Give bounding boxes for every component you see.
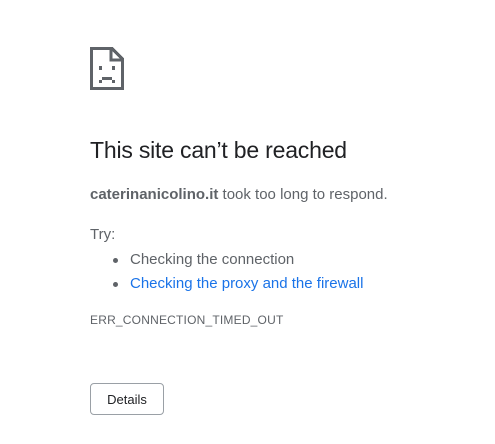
error-code: ERR_CONNECTION_TIMED_OUT: [90, 313, 284, 327]
error-summary: caterinanicolino.it took too long to res…: [90, 186, 388, 203]
sad-page-icon: [90, 47, 124, 90]
error-page: This site can’t be reached caterinanicol…: [0, 0, 495, 444]
try-label: Try:: [90, 226, 116, 243]
bullet-icon: [113, 258, 118, 263]
page-title: This site can’t be reached: [90, 137, 347, 163]
host-name: caterinanicolino.it: [90, 186, 219, 203]
suggestions-list: Checking the connection Checking the pro…: [90, 248, 363, 296]
summary-text: took too long to respond.: [218, 186, 388, 203]
details-button[interactable]: Details: [90, 383, 164, 415]
proxy-firewall-link[interactable]: Checking the proxy and the firewall: [130, 275, 363, 292]
list-item: Checking the connection: [113, 248, 363, 272]
bullet-icon: [113, 282, 118, 287]
list-item: Checking the proxy and the firewall: [113, 272, 363, 296]
suggestion-check-connection: Checking the connection: [130, 251, 295, 268]
